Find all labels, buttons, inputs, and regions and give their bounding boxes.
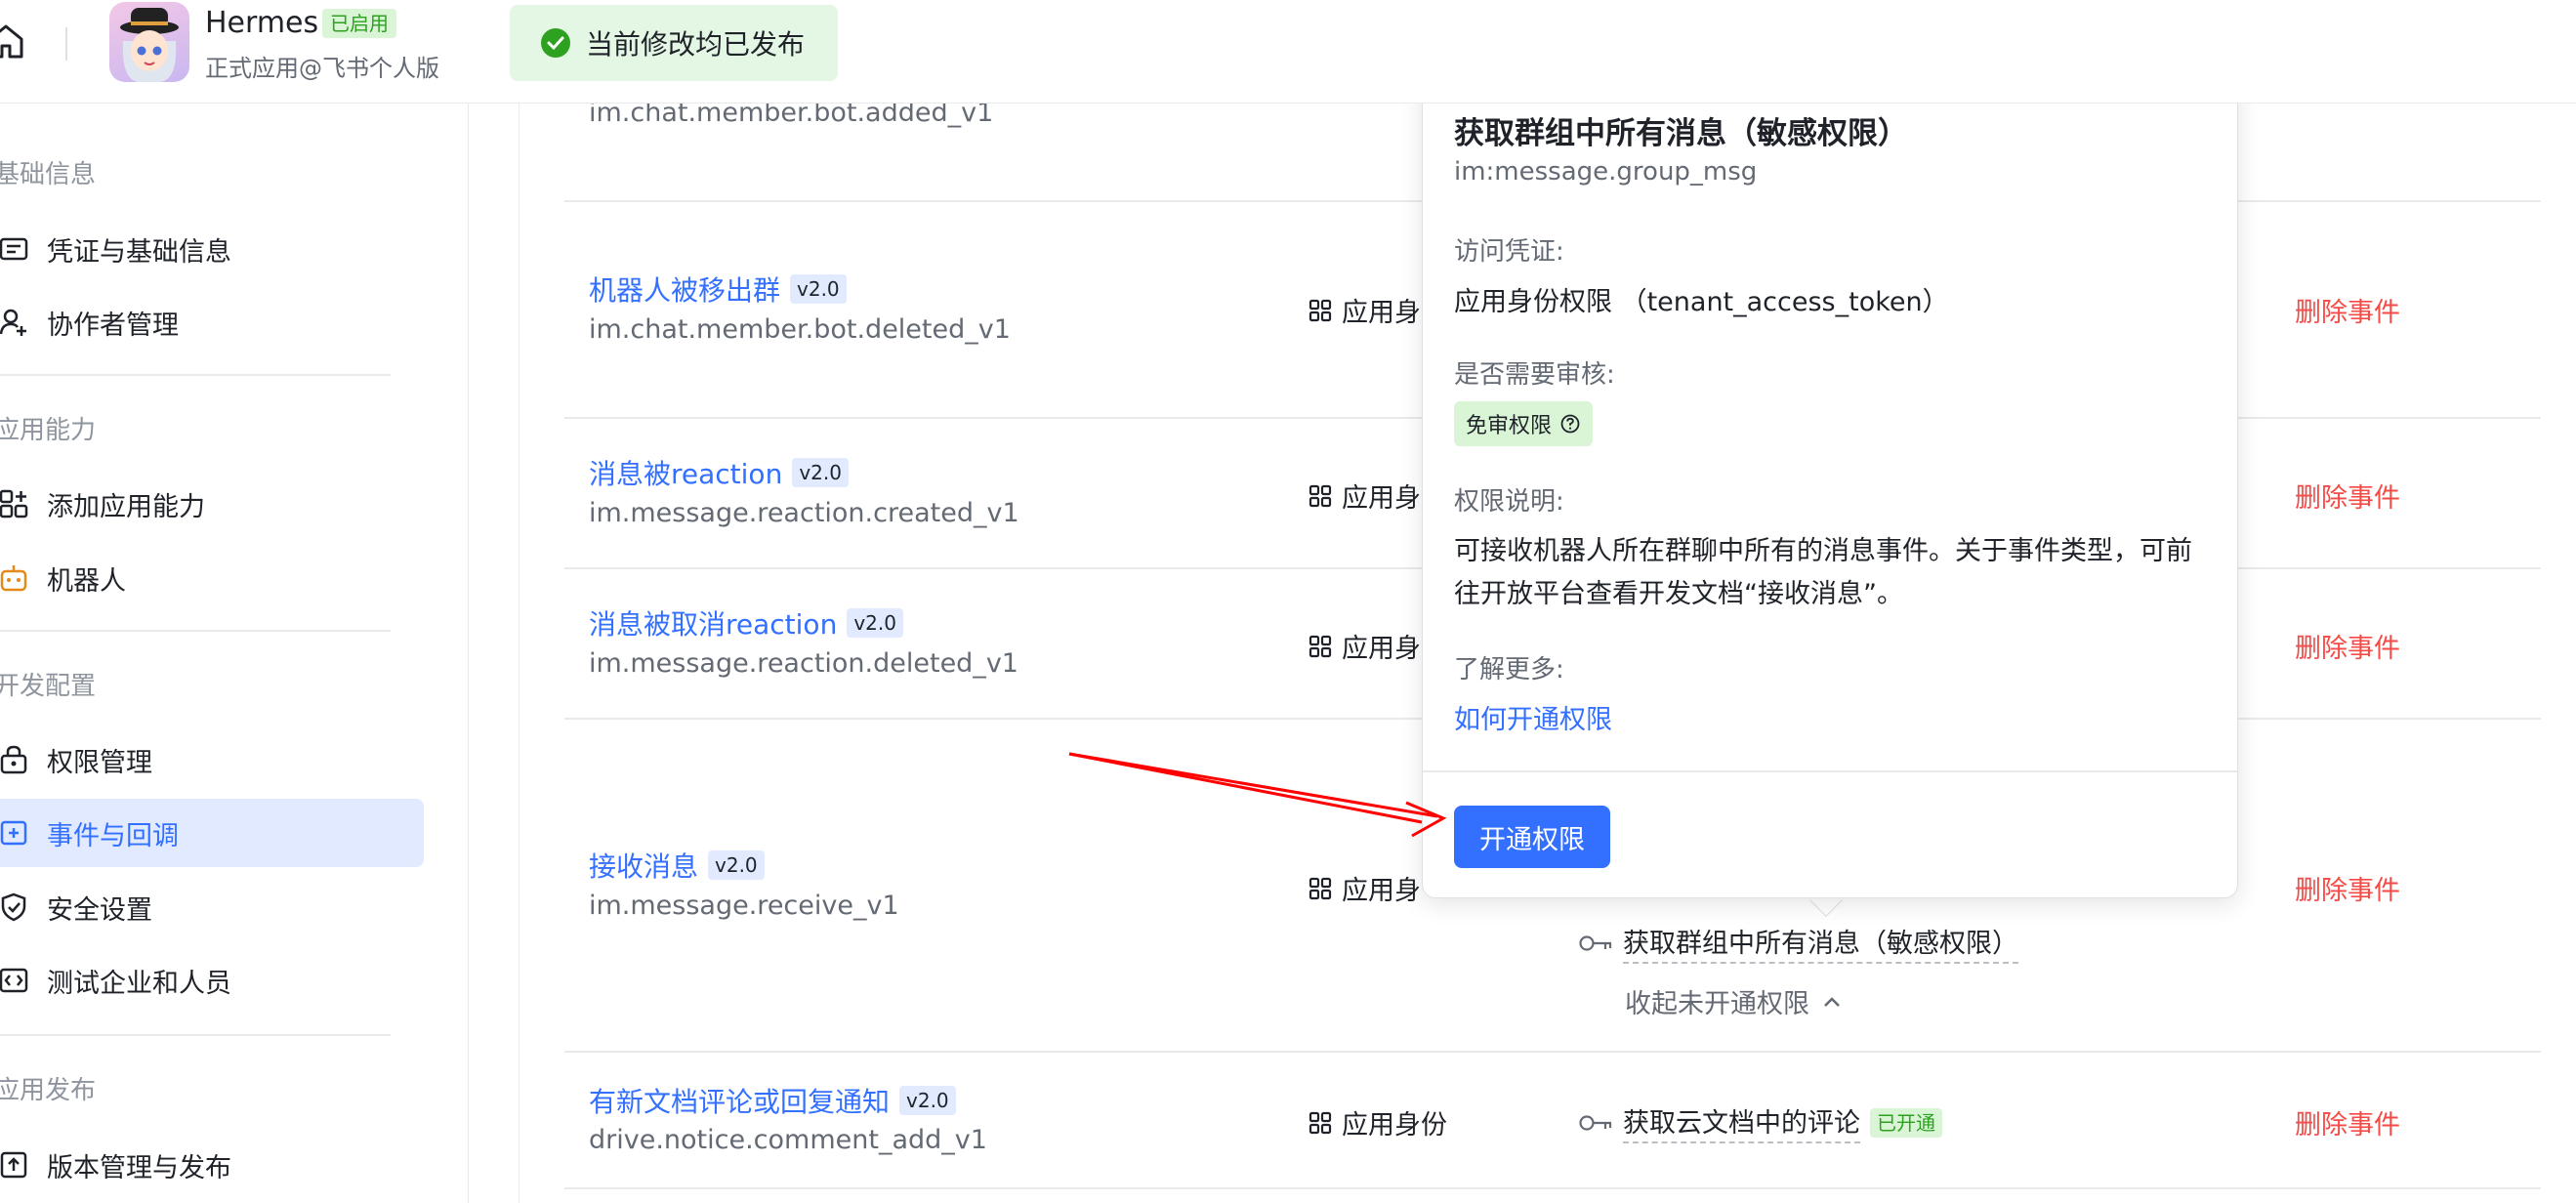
- annotation-arrow: [1068, 752, 1447, 838]
